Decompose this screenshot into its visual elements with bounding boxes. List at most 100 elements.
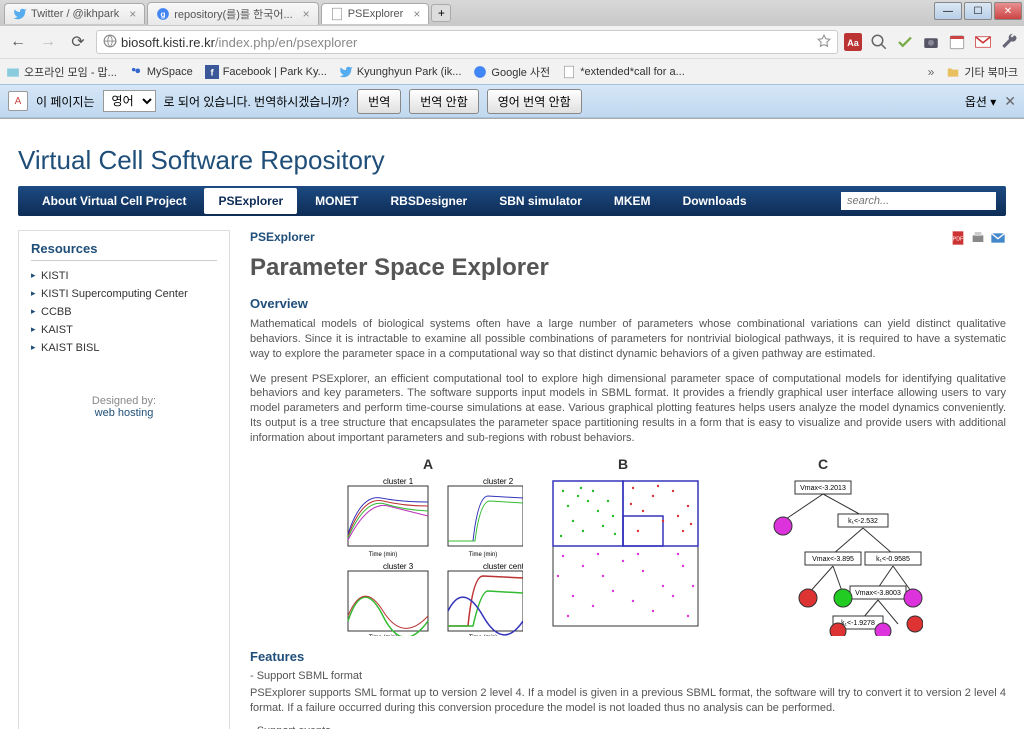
menu-psexplorer[interactable]: PSExplorer [204, 188, 297, 214]
panel-a-plots: cluster 1 Time (min) cluster 2 [333, 476, 523, 636]
tab-psexplorer[interactable]: PSExplorer × [321, 3, 430, 24]
svg-text:cluster 2: cluster 2 [483, 477, 514, 486]
svg-text:cluster 1: cluster 1 [383, 477, 414, 486]
twitter-icon [13, 7, 27, 21]
check-extension-icon[interactable] [896, 33, 914, 51]
site-title: Virtual Cell Software Repository [18, 145, 1006, 176]
menu-rbsdesigner[interactable]: RBSDesigner [377, 188, 482, 214]
calendar-extension-icon[interactable] [948, 33, 966, 51]
svg-text:Vmax<-3.2013: Vmax<-3.2013 [800, 485, 846, 492]
breadcrumb: PSExplorer [250, 230, 1006, 244]
translate-lang-select[interactable]: 영어 [103, 90, 156, 112]
svg-text:k₁<-2.532: k₁<-2.532 [848, 518, 878, 525]
web-hosting-link[interactable]: web hosting [95, 407, 154, 419]
translate-prefix: 이 페이지는 [36, 93, 95, 110]
menu-mkem[interactable]: MKEM [600, 188, 665, 214]
facebook-icon: f [205, 65, 219, 79]
new-tab-button[interactable]: + [431, 4, 451, 22]
reload-button[interactable]: ⟳ [66, 30, 90, 54]
bookmark-other[interactable]: 기타 북마크 [946, 64, 1018, 80]
gmail-icon[interactable] [974, 33, 992, 51]
google-icon [473, 65, 487, 79]
print-icon[interactable] [970, 230, 986, 246]
search-input[interactable] [841, 192, 996, 210]
translate-button[interactable]: 번역 [357, 89, 401, 114]
panel-b-scatter [543, 476, 703, 636]
twitter-icon [339, 65, 353, 79]
tab-twitter[interactable]: Twitter / @ikhpark × [4, 3, 145, 24]
camera-extension-icon[interactable] [922, 33, 940, 51]
bookmarks-bar: 오프라인 모임 - 맙... MySpace fFacebook | Park … [0, 58, 1024, 84]
svg-text:Time (min): Time (min) [469, 635, 497, 636]
translate-close-icon[interactable]: ✕ [1004, 93, 1016, 110]
search-extension-icon[interactable] [870, 33, 888, 51]
bookmark-item[interactable]: *extended*call for a... [562, 65, 685, 79]
translate-suffix: 로 되어 있습니다. 번역하시겠습니까? [164, 93, 350, 110]
window-maximize-button[interactable]: ☐ [964, 2, 992, 20]
figure: A cluster 1 Time (min) cluster 2 [250, 456, 1006, 639]
svg-text:Time (min): Time (min) [369, 552, 397, 558]
bookmark-item[interactable]: 오프라인 모임 - 맙... [6, 64, 117, 80]
page-title: Parameter Space Explorer [250, 254, 1006, 282]
svg-text:Time (min): Time (min) [369, 635, 397, 636]
svg-text:Vmax<-3.895: Vmax<-3.895 [812, 556, 854, 563]
tab-close-icon[interactable]: × [303, 7, 310, 21]
main-content: PDF PSExplorer Parameter Space Explorer … [250, 230, 1006, 729]
translate-no-english-button[interactable]: 영어 번역 안함 [487, 89, 582, 114]
translate-icon: A [8, 91, 28, 111]
bookmark-item[interactable]: Google 사전 [473, 64, 550, 80]
sidebar-item-supercomputing[interactable]: KISTI Supercomputing Center [31, 285, 217, 303]
svg-text:g: g [161, 9, 166, 18]
translate-no-button[interactable]: 번역 안함 [409, 89, 479, 114]
google-icon: g [156, 7, 170, 21]
bookmark-item[interactable]: MySpace [129, 65, 193, 79]
svg-text:Aa: Aa [847, 38, 859, 48]
panel-c-tree: Vmax<-3.2013 k₁<-2.532 Vmax<-3.895 k₁<-0… [723, 476, 923, 636]
adblock-icon[interactable]: Aa [844, 33, 862, 51]
svg-text:cluster 3: cluster 3 [383, 562, 414, 571]
main-menu: About Virtual Cell Project PSExplorer MO… [18, 186, 1006, 216]
window-close-button[interactable]: ✕ [994, 2, 1022, 20]
sidebar-item-ccbb[interactable]: CCBB [31, 303, 217, 321]
window-minimize-button[interactable]: — [934, 2, 962, 20]
svg-text:Vmax<-3.8003: Vmax<-3.8003 [855, 590, 901, 597]
designed-by: Designed by: web hosting [31, 395, 217, 419]
tab-label: repository(를)를 한국어... [174, 6, 292, 22]
tab-close-icon[interactable]: × [413, 7, 420, 21]
back-button[interactable]: ← [6, 30, 30, 54]
overview-para2: We present PSExplorer, an efficient comp… [250, 372, 1006, 446]
page-icon [562, 65, 576, 79]
overview-heading: Overview [250, 296, 1006, 311]
sidebar-item-kisti[interactable]: KISTI [31, 267, 217, 285]
svg-text:Time (min): Time (min) [469, 552, 497, 558]
translate-options[interactable]: 옵션 ▾ [965, 93, 996, 110]
sidebar-item-kaist[interactable]: KAIST [31, 321, 217, 339]
globe-icon [103, 34, 117, 51]
url-text: biosoft.kisti.re.kr/index.php/en/psexplo… [121, 35, 813, 50]
page-icon [330, 7, 344, 21]
address-bar[interactable]: biosoft.kisti.re.kr/index.php/en/psexplo… [96, 30, 838, 54]
tab-close-icon[interactable]: × [129, 7, 136, 21]
menu-downloads[interactable]: Downloads [669, 188, 761, 214]
svg-text:k₁<-1.9278: k₁<-1.9278 [841, 620, 875, 627]
sidebar-item-bisl[interactable]: KAIST BISL [31, 339, 217, 357]
menu-sbn[interactable]: SBN simulator [485, 188, 596, 214]
overview-para1: Mathematical models of biological system… [250, 317, 1006, 362]
bookmark-item[interactable]: fFacebook | Park Ky... [205, 65, 327, 79]
tab-repository[interactable]: g repository(를)를 한국어... × [147, 2, 318, 25]
bookmarks-overflow-icon[interactable]: » [928, 65, 935, 79]
wrench-icon[interactable] [1000, 33, 1018, 51]
features-heading: Features [250, 649, 1006, 664]
bookmark-item[interactable]: Kyunghyun Park (ik... [339, 65, 462, 79]
myspace-icon [129, 65, 143, 79]
bookmark-star-icon[interactable] [817, 34, 831, 51]
forward-button[interactable]: → [36, 30, 60, 54]
pdf-icon[interactable]: PDF [950, 230, 966, 246]
feature-sbml-body: PSExplorer supports SML format up to ver… [250, 686, 1006, 716]
panel-b-label: B [543, 456, 703, 472]
tab-label: PSExplorer [348, 8, 404, 20]
folder-icon [946, 65, 960, 79]
menu-about[interactable]: About Virtual Cell Project [28, 188, 200, 214]
email-icon[interactable] [990, 230, 1006, 246]
menu-monet[interactable]: MONET [301, 188, 372, 214]
